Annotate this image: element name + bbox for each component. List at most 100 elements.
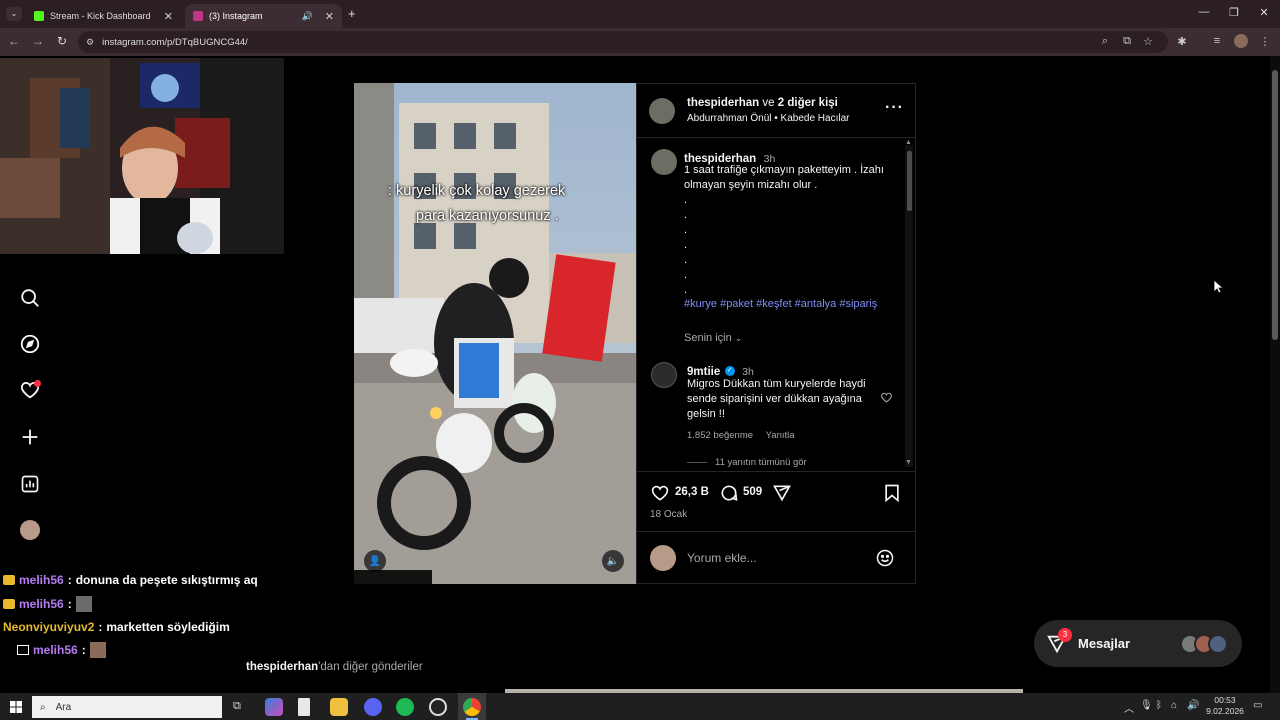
- video-caption-line-2: para kazanıyorsunuz .: [416, 208, 559, 224]
- minimize-icon[interactable]: —: [1196, 6, 1212, 18]
- divider: [637, 471, 916, 472]
- tab-instagram[interactable]: (3) Instagram 🔊 ✕: [185, 4, 342, 28]
- chat-username: melih56: [19, 597, 64, 611]
- comment-likes[interactable]: 1.852 beğenme: [687, 430, 753, 441]
- post-video[interactable]: : kuryelik çok kolay gezerek para kazanı…: [354, 83, 636, 584]
- zoom-icon[interactable]: ⌕: [1098, 35, 1112, 48]
- instagram-favicon-icon: [193, 11, 203, 21]
- comment-text: Migros Dükkan tüm kuryelerde haydi sende…: [687, 378, 866, 420]
- dashboard-icon[interactable]: [18, 472, 42, 496]
- chat-separator: :: [67, 573, 72, 587]
- comments-scrollbar-thumb[interactable]: [907, 151, 912, 211]
- chat-separator: :: [67, 597, 72, 611]
- like-icon[interactable]: [650, 483, 670, 508]
- volume-icon[interactable]: 🔊: [1187, 700, 1199, 711]
- close-tab-icon[interactable]: ✕: [325, 10, 334, 23]
- obs-app-icon[interactable]: [429, 698, 447, 716]
- post-date[interactable]: 18 Ocak: [650, 509, 687, 520]
- save-bookmark-icon[interactable]: [883, 483, 901, 508]
- restore-icon[interactable]: ❐: [1226, 6, 1242, 19]
- browser-menu-icon[interactable]: ⋮: [1258, 35, 1272, 48]
- post-header-subtitle[interactable]: Abdurrahman Önül • Kabede Hacılar: [687, 113, 849, 124]
- notifications-icon[interactable]: ▭: [1253, 700, 1262, 711]
- search-icon[interactable]: [18, 286, 42, 310]
- more-options-icon[interactable]: ···: [885, 99, 904, 117]
- header-with-text: ve: [762, 97, 775, 109]
- explore-compass-icon[interactable]: [18, 332, 42, 356]
- avatar: [1208, 633, 1228, 654]
- taskbar-search[interactable]: ⌕ Ara: [32, 696, 222, 718]
- discord-app-icon[interactable]: [364, 698, 382, 716]
- chat-message: melih56 :: [0, 594, 432, 614]
- copilot-app-icon[interactable]: [265, 698, 283, 716]
- page-scrollbar-thumb[interactable]: [1272, 70, 1278, 340]
- author-avatar[interactable]: [649, 98, 675, 124]
- comment-count[interactable]: 509: [743, 486, 762, 498]
- chat-text: donuna da peşete sıkıştırmış aq: [75, 573, 258, 587]
- file-explorer-icon[interactable]: [330, 698, 348, 716]
- network-icon[interactable]: ⌂: [1171, 700, 1177, 711]
- close-window-icon[interactable]: ✕: [1256, 6, 1272, 19]
- share-icon[interactable]: [772, 483, 792, 508]
- caption-avatar[interactable]: [651, 149, 677, 175]
- divider: [687, 462, 707, 463]
- chat-emote-image: [89, 642, 106, 658]
- messages-button[interactable]: 3 Mesajlar: [1034, 620, 1242, 667]
- bookmark-star-icon[interactable]: ☆: [1141, 35, 1155, 48]
- more-posts-suffix: 'dan diğer gönderiler: [318, 661, 423, 673]
- tagged-people-icon[interactable]: 👤: [364, 550, 386, 572]
- view-replies-link[interactable]: 11 yanıtın tümünü gör: [687, 457, 807, 468]
- for-you-dropdown[interactable]: Senin için ⌄: [684, 332, 742, 344]
- view-replies-text: 11 yanıtın tümünü gör: [715, 457, 807, 468]
- new-tab-button[interactable]: +: [348, 6, 356, 21]
- author-username[interactable]: thespiderhan: [687, 97, 759, 109]
- notifications-heart-icon[interactable]: [18, 378, 42, 402]
- comment-reply-button[interactable]: Yanıtla: [766, 430, 795, 441]
- caption-dot: .: [684, 194, 688, 206]
- speaker-icon[interactable]: 🔊: [302, 11, 313, 22]
- media-control-icon[interactable]: ≡: [1210, 35, 1224, 47]
- commenter-avatar[interactable]: [651, 362, 677, 388]
- comment-like-icon[interactable]: [880, 391, 893, 409]
- bluetooth-icon[interactable]: ᛒ: [1156, 700, 1162, 711]
- taskbar-clock[interactable]: 00:53 9.02.2026: [1205, 695, 1245, 717]
- audio-toggle-icon[interactable]: 🔈: [602, 550, 624, 572]
- chrome-app-icon[interactable]: [463, 698, 481, 716]
- webcam-overlay: [0, 58, 284, 254]
- comment-icon[interactable]: [719, 483, 739, 508]
- emoji-icon[interactable]: [875, 548, 895, 573]
- install-app-icon[interactable]: ⧉: [1120, 35, 1134, 48]
- microphone-icon[interactable]: 🎙: [1140, 700, 1153, 711]
- back-icon[interactable]: ←: [6, 34, 22, 48]
- profile-avatar[interactable]: [1234, 34, 1248, 48]
- scroll-down-icon[interactable]: ▼: [905, 459, 912, 466]
- caption-hashtags[interactable]: #kurye #paket #keşfet #antalya #sipariş: [684, 298, 904, 310]
- notepad-app-icon[interactable]: [298, 698, 310, 716]
- chat-separator: :: [98, 620, 103, 634]
- extensions-icon[interactable]: ✱: [1175, 35, 1189, 48]
- spotify-app-icon[interactable]: [396, 698, 414, 716]
- tab-kick-dashboard[interactable]: Stream - Kick Dashboard ✕: [26, 4, 181, 28]
- mouse-cursor: [1213, 279, 1225, 299]
- crown-badge-icon: [3, 599, 15, 609]
- comment-input[interactable]: Yorum ekle...: [687, 551, 757, 565]
- tray-expand-icon[interactable]: ︿: [1124, 700, 1134, 715]
- tab-search-button[interactable]: ⌄: [6, 7, 22, 21]
- create-plus-icon[interactable]: [18, 425, 42, 449]
- like-count[interactable]: 26,3 B: [675, 486, 709, 498]
- address-bar[interactable]: ⚙ instagram.com/p/DTqBUGNCG44/: [78, 31, 1168, 53]
- close-tab-icon[interactable]: ✕: [164, 10, 173, 23]
- reload-icon[interactable]: ↻: [54, 34, 70, 48]
- more-posts-username[interactable]: thespiderhan: [246, 661, 318, 673]
- my-avatar: [650, 545, 676, 571]
- windows-start-icon[interactable]: [10, 700, 22, 718]
- forward-icon[interactable]: →: [30, 34, 46, 48]
- chat-username: Neonviyuviyuv2: [3, 620, 95, 634]
- profile-avatar[interactable]: [20, 520, 40, 540]
- messages-badge: 3: [1058, 627, 1072, 642]
- header-others-link[interactable]: 2 diğer kişi: [778, 97, 838, 109]
- scroll-up-icon[interactable]: ▲: [905, 139, 912, 146]
- site-info-icon[interactable]: ⚙: [86, 37, 94, 48]
- chat-message: melih56 : donuna da peşete sıkıştırmış a…: [0, 570, 432, 590]
- task-view-icon[interactable]: ⧉: [233, 700, 241, 713]
